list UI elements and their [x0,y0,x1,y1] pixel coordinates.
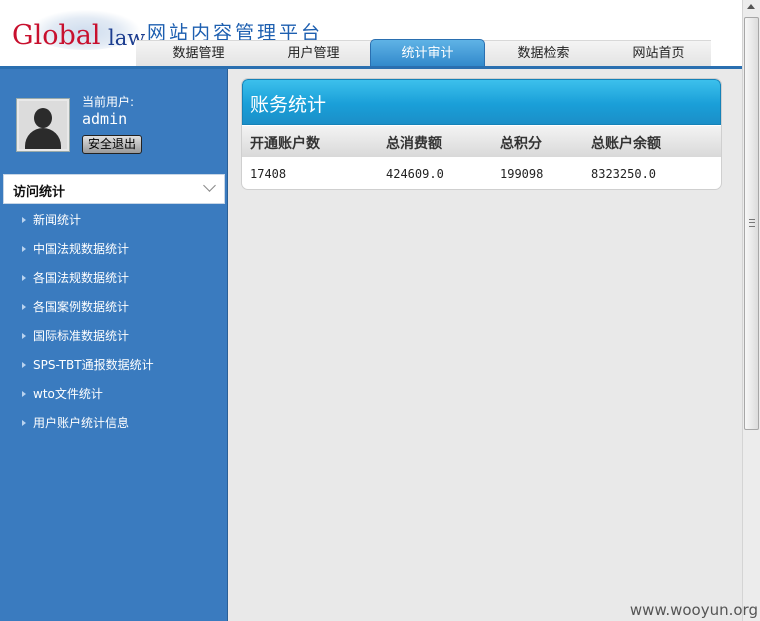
sidebar-item-label: 用户账户统计信息 [33,416,130,430]
sidebar-section-visit-stats[interactable]: 访问统计 [3,174,225,204]
sidebar-item-wto-file-stats[interactable]: wto文件统计 [0,380,227,409]
sidebar-item-china-regulation-stats[interactable]: 中国法规数据统计 [0,235,227,264]
grip-icon [749,219,755,227]
chevron-down-icon [203,179,216,192]
vertical-scrollbar[interactable] [742,0,760,621]
tab-user-management[interactable]: 用户管理 [256,41,371,68]
sidebar-item-user-account-stats[interactable]: 用户账户统计信息 [0,409,227,438]
page: Global law 网站内容管理平台 数据管理 用户管理 统计审计 数据检索 … [0,0,742,621]
sidebar-item-label: 新闻统计 [33,213,82,227]
sidebar-item-label: 国际标准数据统计 [33,329,130,343]
column-header-total-consumption: 总消费额 [386,136,442,152]
global-law-logo: Global law [10,10,145,54]
caret-right-icon [22,217,26,223]
current-user-label: 当前用户: [82,95,135,109]
sidebar-item-label: SPS-TBT通报数据统计 [33,358,154,372]
cell-total-consumption: 424609.0 [386,167,444,181]
scrollbar-thumb[interactable] [744,17,759,430]
cell-total-points: 199098 [500,167,544,181]
logout-button[interactable]: 安全退出 [82,135,142,154]
sidebar-item-news-stats[interactable]: 新闻统计 [0,206,227,235]
caret-right-icon [22,304,26,310]
user-info: 当前用户: admin 安全退出 [0,69,227,173]
sidebar-item-country-regulation-stats[interactable]: 各国法规数据统计 [0,264,227,293]
sidebar: 当前用户: admin 安全退出 访问统计 新闻统计 中国法规数据统计 各国法规… [0,69,228,621]
sidebar-item-label: 各国法规数据统计 [33,271,130,285]
tab-site-home[interactable]: 网站首页 [601,41,716,68]
avatar [17,99,69,151]
sidebar-item-label: wto文件统计 [33,387,103,401]
logo-word-global: Global [12,20,101,51]
watermark: www.wooyun.org [629,601,758,619]
sidebar-item-country-case-stats[interactable]: 各国案例数据统计 [0,293,227,322]
scroll-up-arrow-icon[interactable] [747,4,755,9]
cell-total-balance: 8323250.0 [591,167,657,181]
panel-title-bar: 账务统计 [242,79,721,125]
header: Global law 网站内容管理平台 数据管理 用户管理 统计审计 数据检索 … [0,0,742,69]
caret-right-icon [22,246,26,252]
column-header-accounts: 开通账户数 [250,136,320,152]
column-header-total-points: 总积分 [500,136,542,152]
sidebar-item-sps-tbt-stats[interactable]: SPS-TBT通报数据统计 [0,351,227,380]
sidebar-item-intl-standard-stats[interactable]: 国际标准数据统计 [0,322,227,351]
caret-right-icon [22,420,26,426]
sidebar-item-label: 各国案例数据统计 [33,300,130,314]
caret-right-icon [22,391,26,397]
panel-title: 账务统计 [250,94,327,116]
sidebar-menu: 新闻统计 中国法规数据统计 各国法规数据统计 各国案例数据统计 国际标准数据统计… [0,206,227,438]
tab-statistics-audit[interactable]: 统计审计 [370,39,485,68]
column-header-total-balance: 总账户余额 [591,136,661,152]
caret-right-icon [22,275,26,281]
tab-data-management[interactable]: 数据管理 [141,41,256,68]
table-header: 开通账户数 总消费额 总积分 总账户余额 [242,126,721,157]
main-content: 账务统计 开通账户数 总消费额 总积分 总账户余额 17408 424609.0… [228,69,742,621]
platform-title: 网站内容管理平台 [147,22,324,40]
user-silhouette-icon [34,108,52,128]
cell-accounts: 17408 [250,167,287,181]
tab-data-search[interactable]: 数据检索 [486,41,601,68]
caret-right-icon [22,362,26,368]
account-stats-panel: 账务统计 开通账户数 总消费额 总积分 总账户余额 17408 424609.0… [242,79,721,189]
caret-right-icon [22,333,26,339]
top-nav: 数据管理 用户管理 统计审计 数据检索 网站首页 [136,39,711,68]
current-user-name: admin [82,110,128,128]
sidebar-section-title: 访问统计 [13,185,66,200]
sidebar-item-label: 中国法规数据统计 [33,242,130,256]
user-silhouette-body [25,128,61,149]
